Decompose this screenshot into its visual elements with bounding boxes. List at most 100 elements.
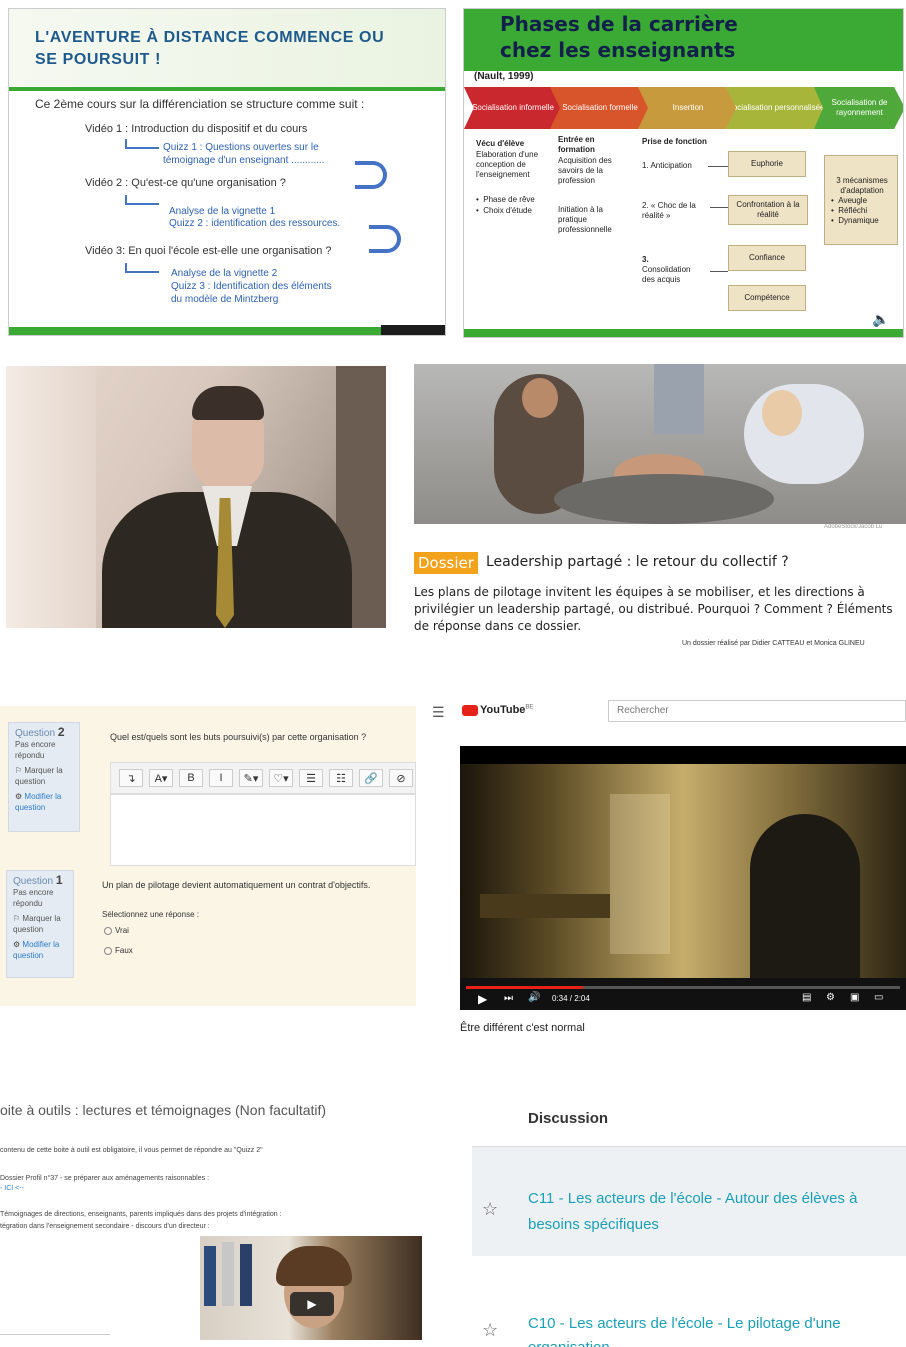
edit-question-link[interactable]: ⚙ Modifier la xyxy=(13,939,67,950)
col2-line-4: Initiation à la xyxy=(558,205,603,214)
title-line-2: chez les enseignants xyxy=(500,38,736,62)
slide-green-rule xyxy=(9,87,445,91)
phase-arrow-5: Socialisation de rayonnement xyxy=(814,87,903,129)
youtube-logo-icon[interactable] xyxy=(462,705,478,716)
hamburger-menu-icon[interactable]: ☰ xyxy=(432,704,445,721)
settings-gear-icon[interactable]: ⚙ xyxy=(826,992,835,1003)
star-icon[interactable]: ☆ xyxy=(482,1199,498,1220)
edit-question-link[interactable]: ⚙ Modifier la xyxy=(15,791,73,802)
discussion-link-1a[interactable]: C11 - Les acteurs de l'école - Autour de… xyxy=(528,1187,898,1211)
binder xyxy=(240,1244,252,1306)
toolbox-line-3: Témoignages de directions, enseignants, … xyxy=(0,1211,282,1218)
select-prompt: Sélectionnez une réponse : xyxy=(102,910,199,919)
star-icon[interactable]: ☆ xyxy=(482,1320,498,1341)
link-button[interactable]: 🔗 xyxy=(359,769,383,787)
connector-line xyxy=(710,207,728,208)
slide-video-3: Vidéo 3: En quoi l'école est-elle une or… xyxy=(85,245,332,257)
edit-question-link-2[interactable]: question xyxy=(15,802,73,813)
numbered-list-button[interactable]: ☷ xyxy=(329,769,353,787)
subtitles-icon[interactable]: ▤ xyxy=(802,992,811,1003)
connector-line xyxy=(710,271,728,272)
theater-mode-icon[interactable]: ▭ xyxy=(874,992,883,1003)
background-wall xyxy=(6,366,96,628)
step-3b: Consolidation xyxy=(642,265,691,274)
phase-arrow-3: Insertion xyxy=(638,87,738,129)
status-line-2: répondu xyxy=(13,899,43,908)
bold-button[interactable]: B xyxy=(179,769,203,787)
unlink-button[interactable]: ⊘ xyxy=(389,769,413,787)
answer-editor[interactable] xyxy=(110,794,416,866)
discussion-item[interactable]: ☆ C11 - Les acteurs de l'école - Autour … xyxy=(472,1146,906,1256)
slide-title: L'aventure à distance commence ou se pou… xyxy=(35,29,385,68)
child-silhouette xyxy=(750,814,860,978)
flag-question-link[interactable]: ⚐ Marquer la xyxy=(13,913,67,924)
flag-question-link[interactable]: ⚐ Marquer la xyxy=(15,765,73,776)
title-line-1: Phases de la carrière xyxy=(500,12,738,36)
testimonial-video-thumbnail[interactable] xyxy=(200,1236,422,1340)
dossier-title[interactable]: Leadership partagé : le retour du collec… xyxy=(486,554,789,570)
next-icon[interactable]: ⏭ xyxy=(504,993,513,1004)
slide-course-structure: L'aventure à distance commence ou se pou… xyxy=(8,8,446,336)
col1-line-3: l'enseignement xyxy=(476,170,530,179)
box-confrontation: Confrontation à la réalité xyxy=(728,195,808,225)
slide-career-phases: Phases de la carrière chez les enseignan… xyxy=(463,8,904,338)
option-faux[interactable]: Faux xyxy=(104,946,133,955)
question-1-text: Un plan de pilotage devient automatiquem… xyxy=(102,880,371,890)
slide-video-2: Vidéo 2 : Qu'est-ce qu'une organisation … xyxy=(85,177,286,189)
slide-reference: (Nault, 1999) xyxy=(474,71,534,82)
flag-question-link-2[interactable]: question xyxy=(13,924,67,935)
arrow-right-icon xyxy=(125,195,159,205)
discussion-item[interactable]: ☆ C10 - Les acteurs de l'école - Le pilo… xyxy=(472,1296,906,1347)
toolbox-line-1: contenu de cette boite à outil est oblig… xyxy=(0,1147,263,1154)
video-title[interactable]: Être différent c'est normal xyxy=(460,1022,585,1034)
woman-hair xyxy=(276,1246,352,1286)
video-frame-interview[interactable] xyxy=(6,366,386,628)
hair xyxy=(192,386,264,420)
discussion-link-2b[interactable]: organisation xyxy=(528,1336,898,1347)
video-player[interactable]: ▶ ⏭ 🔊 0:34 / 2:04 ▤ ⚙ ▣ ▭ xyxy=(460,746,906,1010)
step-1: 1. Anticipation xyxy=(642,161,692,170)
time-display: 0:34 / 2:04 xyxy=(552,994,590,1003)
person-shape xyxy=(744,384,864,484)
search-input[interactable]: Rechercher xyxy=(608,700,906,722)
editor-toolbar: ↴ A▾ B I ✎▾ ♡▾ ☰ ☷ 🔗 ⊘ xyxy=(110,762,416,794)
youtube-wordmark[interactable]: YouTubeBE xyxy=(480,704,533,716)
mech-title-2: d'adaptation xyxy=(840,186,884,195)
toolbar-button[interactable]: ↴ xyxy=(119,769,143,787)
play-icon[interactable]: ▶ xyxy=(478,992,487,1006)
slide-sub-2b: Quizz 2 : identification des ressources. xyxy=(169,218,341,229)
slide-footer xyxy=(464,329,903,337)
brush-button[interactable]: ✎▾ xyxy=(239,769,263,787)
font-size-button[interactable]: A▾ xyxy=(149,769,173,787)
option-vrai[interactable]: Vrai xyxy=(104,926,129,935)
slide-sub-1a: Quizz 1 : Questions ouvertes sur le xyxy=(163,142,319,153)
bulb-button[interactable]: ♡▾ xyxy=(269,769,293,787)
dossier-summary: Les plans de pilotage invitent les équip… xyxy=(414,585,893,633)
connector-line xyxy=(708,166,728,167)
bench xyxy=(480,894,610,918)
status-line-2: répondu xyxy=(15,751,45,760)
toolbox-section: oite à outils : lectures et témoignages … xyxy=(0,1096,430,1347)
italic-button[interactable]: I xyxy=(209,769,233,787)
divider xyxy=(0,1334,110,1335)
radio-icon[interactable] xyxy=(104,926,112,935)
radio-icon[interactable] xyxy=(104,946,112,955)
volume-icon[interactable]: 🔊 xyxy=(528,992,540,1003)
flag-question-link-2[interactable]: question xyxy=(15,776,73,787)
col2-line-5: pratique xyxy=(558,215,587,224)
miniplayer-icon[interactable]: ▣ xyxy=(850,992,859,1003)
progress-fill xyxy=(466,986,583,989)
toolbox-link-ici[interactable]: - ICI <-- xyxy=(0,1184,24,1194)
mech-item-2: • Réfléchi xyxy=(831,206,868,215)
arrow-right-icon xyxy=(125,263,159,273)
slide-sub-3a: Analyse de la vignette 2 xyxy=(171,268,278,279)
play-button-icon[interactable]: ▶ xyxy=(290,1292,334,1316)
discussion-link-2a[interactable]: C10 - Les acteurs de l'école - Le pilota… xyxy=(528,1312,898,1336)
dossier-badge: Dossier xyxy=(414,552,478,574)
speaker-icon[interactable]: 🔈 xyxy=(872,311,889,328)
col2-line-2: savoirs de la xyxy=(558,166,603,175)
discussion-link-1b[interactable]: besoins spécifiques xyxy=(528,1213,898,1237)
edit-question-link-2[interactable]: question xyxy=(13,950,67,961)
bullet-list-button[interactable]: ☰ xyxy=(299,769,323,787)
phase-arrow-1: Socialisation informelle xyxy=(464,87,562,129)
